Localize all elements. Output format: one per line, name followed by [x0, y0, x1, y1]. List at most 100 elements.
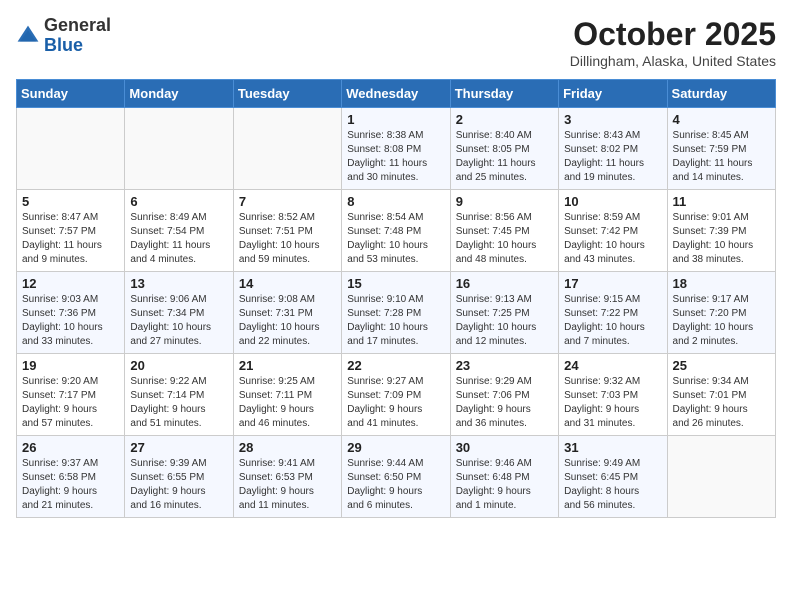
day-info: Sunrise: 9:08 AM Sunset: 7:31 PM Dayligh… [239, 293, 336, 349]
calendar-cell: 25 Sunrise: 9:34 AM Sunset: 7:01 PM Dayli… [667, 354, 775, 436]
calendar-cell: 23 Sunrise: 9:29 AM Sunset: 7:06 PM Dayli… [450, 354, 558, 436]
day-info: Sunrise: 9:29 AM Sunset: 7:06 PM Dayligh… [456, 375, 553, 431]
day-number: 1 [347, 112, 444, 127]
day-info: Sunrise: 8:59 AM Sunset: 7:42 PM Dayligh… [564, 211, 661, 267]
week-row-1: 1 Sunrise: 8:38 AM Sunset: 8:08 PM Daylig… [17, 108, 776, 190]
calendar-cell: 26 Sunrise: 9:37 AM Sunset: 6:58 PM Dayli… [17, 436, 125, 518]
calendar-cell: 13 Sunrise: 9:06 AM Sunset: 7:34 PM Dayli… [125, 272, 233, 354]
calendar-header-row: SundayMondayTuesdayWednesdayThursdayFrid… [17, 80, 776, 108]
day-number: 13 [130, 276, 227, 291]
day-number: 2 [456, 112, 553, 127]
day-number: 20 [130, 358, 227, 373]
calendar-cell: 7 Sunrise: 8:52 AM Sunset: 7:51 PM Daylig… [233, 190, 341, 272]
day-number: 6 [130, 194, 227, 209]
day-number: 9 [456, 194, 553, 209]
weekday-header-saturday: Saturday [667, 80, 775, 108]
day-number: 11 [673, 194, 770, 209]
day-info: Sunrise: 9:32 AM Sunset: 7:03 PM Dayligh… [564, 375, 661, 431]
day-info: Sunrise: 9:06 AM Sunset: 7:34 PM Dayligh… [130, 293, 227, 349]
day-number: 22 [347, 358, 444, 373]
calendar-cell: 21 Sunrise: 9:25 AM Sunset: 7:11 PM Dayli… [233, 354, 341, 436]
week-row-2: 5 Sunrise: 8:47 AM Sunset: 7:57 PM Daylig… [17, 190, 776, 272]
calendar-cell: 8 Sunrise: 8:54 AM Sunset: 7:48 PM Daylig… [342, 190, 450, 272]
day-info: Sunrise: 8:45 AM Sunset: 7:59 PM Dayligh… [673, 129, 770, 185]
day-number: 29 [347, 440, 444, 455]
calendar-cell: 9 Sunrise: 8:56 AM Sunset: 7:45 PM Daylig… [450, 190, 558, 272]
day-info: Sunrise: 8:38 AM Sunset: 8:08 PM Dayligh… [347, 129, 444, 185]
day-number: 5 [22, 194, 119, 209]
calendar-cell: 5 Sunrise: 8:47 AM Sunset: 7:57 PM Daylig… [17, 190, 125, 272]
weekday-header-monday: Monday [125, 80, 233, 108]
day-number: 17 [564, 276, 661, 291]
day-info: Sunrise: 9:49 AM Sunset: 6:45 PM Dayligh… [564, 457, 661, 513]
calendar-cell: 29 Sunrise: 9:44 AM Sunset: 6:50 PM Dayli… [342, 436, 450, 518]
day-info: Sunrise: 9:44 AM Sunset: 6:50 PM Dayligh… [347, 457, 444, 513]
calendar-cell [17, 108, 125, 190]
calendar-cell: 12 Sunrise: 9:03 AM Sunset: 7:36 PM Dayli… [17, 272, 125, 354]
calendar-cell: 14Sunrise: 9:08 AM Sunset: 7:31 PM Dayli… [233, 272, 341, 354]
weekday-header-sunday: Sunday [17, 80, 125, 108]
location-subtitle: Dillingham, Alaska, United States [570, 53, 776, 69]
day-number: 31 [564, 440, 661, 455]
day-number: 23 [456, 358, 553, 373]
day-info: Sunrise: 8:49 AM Sunset: 7:54 PM Dayligh… [130, 211, 227, 267]
weekday-header-wednesday: Wednesday [342, 80, 450, 108]
logo-icon [16, 24, 40, 48]
day-info: Sunrise: 8:52 AM Sunset: 7:51 PM Dayligh… [239, 211, 336, 267]
day-info: Sunrise: 8:54 AM Sunset: 7:48 PM Dayligh… [347, 211, 444, 267]
calendar-cell: 2Sunrise: 8:40 AM Sunset: 8:05 PM Daylig… [450, 108, 558, 190]
day-number: 8 [347, 194, 444, 209]
day-info: Sunrise: 8:47 AM Sunset: 7:57 PM Dayligh… [22, 211, 119, 267]
day-number: 25 [673, 358, 770, 373]
calendar-cell: 27 Sunrise: 9:39 AM Sunset: 6:55 PM Dayli… [125, 436, 233, 518]
calendar-cell: 3Sunrise: 8:43 AM Sunset: 8:02 PM Daylig… [559, 108, 667, 190]
calendar-cell [233, 108, 341, 190]
calendar-cell [125, 108, 233, 190]
title-block: October 2025 Dillingham, Alaska, United … [570, 16, 776, 69]
weekday-header-friday: Friday [559, 80, 667, 108]
day-info: Sunrise: 9:37 AM Sunset: 6:58 PM Dayligh… [22, 457, 119, 513]
logo-blue-text: Blue [44, 35, 83, 55]
day-number: 16 [456, 276, 553, 291]
calendar-cell: 16Sunrise: 9:13 AM Sunset: 7:25 PM Dayli… [450, 272, 558, 354]
week-row-4: 19Sunrise: 9:20 AM Sunset: 7:17 PM Dayli… [17, 354, 776, 436]
day-number: 7 [239, 194, 336, 209]
day-number: 21 [239, 358, 336, 373]
day-info: Sunrise: 9:25 AM Sunset: 7:11 PM Dayligh… [239, 375, 336, 431]
day-info: Sunrise: 9:03 AM Sunset: 7:36 PM Dayligh… [22, 293, 119, 349]
week-row-3: 12 Sunrise: 9:03 AM Sunset: 7:36 PM Dayli… [17, 272, 776, 354]
day-info: Sunrise: 9:20 AM Sunset: 7:17 PM Dayligh… [22, 375, 119, 431]
day-number: 12 [22, 276, 119, 291]
day-number: 30 [456, 440, 553, 455]
day-number: 10 [564, 194, 661, 209]
day-info: Sunrise: 9:39 AM Sunset: 6:55 PM Dayligh… [130, 457, 227, 513]
calendar-cell: 22Sunrise: 9:27 AM Sunset: 7:09 PM Dayli… [342, 354, 450, 436]
calendar-cell: 1 Sunrise: 8:38 AM Sunset: 8:08 PM Daylig… [342, 108, 450, 190]
calendar-cell: 17 Sunrise: 9:15 AM Sunset: 7:22 PM Dayli… [559, 272, 667, 354]
day-info: Sunrise: 9:01 AM Sunset: 7:39 PM Dayligh… [673, 211, 770, 267]
day-number: 27 [130, 440, 227, 455]
day-info: Sunrise: 9:17 AM Sunset: 7:20 PM Dayligh… [673, 293, 770, 349]
calendar-cell: 28Sunrise: 9:41 AM Sunset: 6:53 PM Dayli… [233, 436, 341, 518]
calendar-cell: 10 Sunrise: 8:59 AM Sunset: 7:42 PM Dayli… [559, 190, 667, 272]
day-info: Sunrise: 9:15 AM Sunset: 7:22 PM Dayligh… [564, 293, 661, 349]
calendar-cell: 11 Sunrise: 9:01 AM Sunset: 7:39 PM Dayli… [667, 190, 775, 272]
day-info: Sunrise: 9:34 AM Sunset: 7:01 PM Dayligh… [673, 375, 770, 431]
calendar-cell: 18Sunrise: 9:17 AM Sunset: 7:20 PM Dayli… [667, 272, 775, 354]
calendar-cell: 30Sunrise: 9:46 AM Sunset: 6:48 PM Dayli… [450, 436, 558, 518]
logo-general-text: General [44, 15, 111, 35]
weekday-header-tuesday: Tuesday [233, 80, 341, 108]
week-row-5: 26 Sunrise: 9:37 AM Sunset: 6:58 PM Dayli… [17, 436, 776, 518]
logo-text: General Blue [44, 16, 111, 56]
calendar-cell: 31 Sunrise: 9:49 AM Sunset: 6:45 PM Dayli… [559, 436, 667, 518]
calendar-table: SundayMondayTuesdayWednesdayThursdayFrid… [16, 79, 776, 518]
calendar-cell: 6 Sunrise: 8:49 AM Sunset: 7:54 PM Daylig… [125, 190, 233, 272]
day-info: Sunrise: 8:56 AM Sunset: 7:45 PM Dayligh… [456, 211, 553, 267]
day-number: 26 [22, 440, 119, 455]
calendar-cell [667, 436, 775, 518]
day-number: 4 [673, 112, 770, 127]
calendar-cell: 4 Sunrise: 8:45 AM Sunset: 7:59 PM Daylig… [667, 108, 775, 190]
day-info: Sunrise: 9:22 AM Sunset: 7:14 PM Dayligh… [130, 375, 227, 431]
month-title: October 2025 [570, 16, 776, 53]
calendar-cell: 19Sunrise: 9:20 AM Sunset: 7:17 PM Dayli… [17, 354, 125, 436]
